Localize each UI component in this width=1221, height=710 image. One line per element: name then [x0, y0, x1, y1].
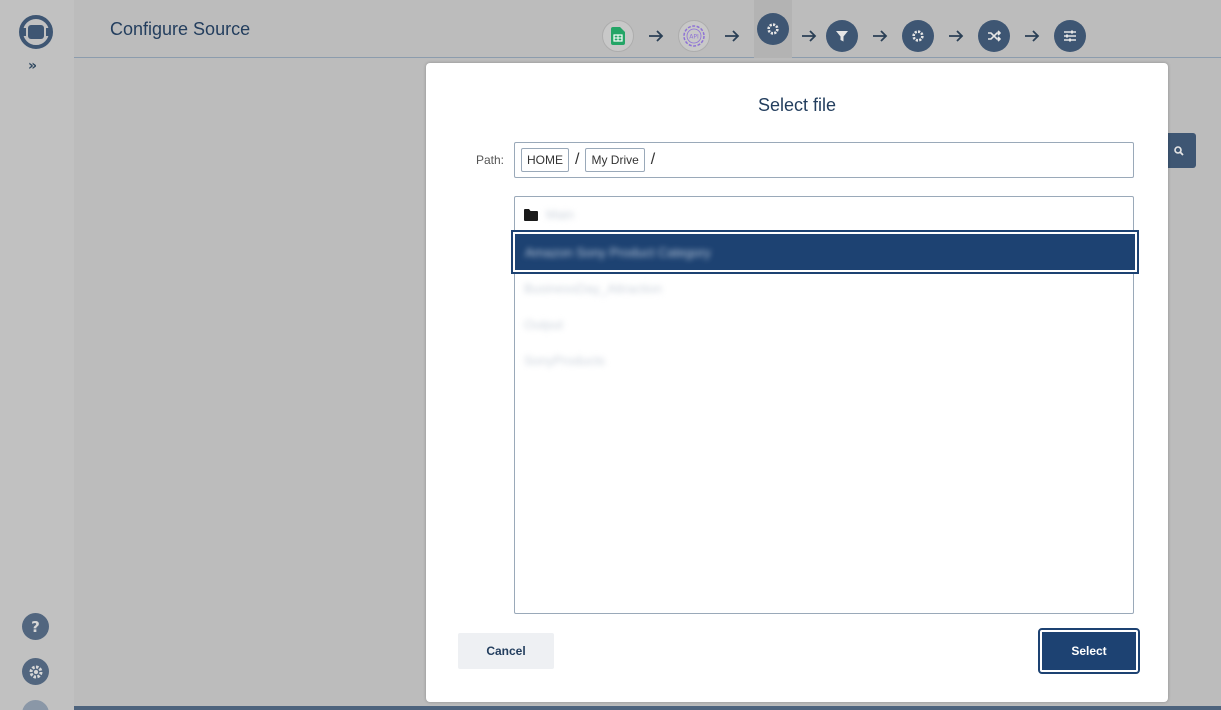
top-header: Configure Source API — [74, 0, 1221, 58]
arrow-icon — [1010, 29, 1054, 43]
search-icon — [1174, 145, 1184, 156]
step-sliders-icon[interactable] — [1054, 20, 1086, 52]
path-breadcrumb: HOME / My Drive / — [514, 142, 1134, 178]
list-item-label: Output — [524, 316, 564, 332]
active-step-highlight — [754, 0, 792, 58]
step-shuffle-icon[interactable] — [978, 20, 1010, 52]
cancel-button[interactable]: Cancel — [458, 633, 554, 669]
breadcrumb-separator: / — [575, 151, 580, 168]
help-icon[interactable]: ? — [22, 613, 49, 640]
breadcrumb-home[interactable]: HOME — [521, 148, 569, 172]
arrow-icon — [634, 29, 678, 43]
list-item[interactable]: BusinessDay_Attraction — [515, 270, 1133, 306]
list-item-label: Amazon Sony Product Category — [525, 244, 711, 260]
page-title: Configure Source — [110, 19, 251, 39]
arrow-icon — [710, 29, 754, 43]
arrow-icon — [934, 29, 978, 43]
folder-icon — [524, 208, 538, 221]
step-gear-icon[interactable] — [902, 20, 934, 52]
arrow-icon — [858, 29, 902, 43]
list-item-label: BusinessDay_Attraction — [524, 280, 663, 296]
user-avatar-icon[interactable] — [22, 700, 49, 710]
list-item-label: Main — [546, 207, 575, 222]
list-item-selected[interactable]: Amazon Sony Product Category — [511, 230, 1139, 274]
list-item[interactable]: Output — [515, 306, 1133, 342]
breadcrumb-my-drive[interactable]: My Drive — [585, 148, 645, 172]
bottom-divider — [74, 706, 1221, 710]
step-gear-icon[interactable] — [757, 13, 789, 45]
step-google-sheets-icon[interactable] — [602, 20, 634, 52]
app-logo-icon[interactable] — [18, 14, 54, 50]
list-item-label: SonyProducts — [524, 352, 605, 368]
breadcrumb-separator: / — [650, 151, 656, 168]
arrow-icon — [792, 29, 826, 43]
svg-text:API: API — [689, 34, 699, 41]
path-label: Path: — [476, 153, 505, 167]
dialog-title: Select file — [757, 95, 837, 115]
select-file-dialog: Select file Path: HOME / My Drive / Main… — [426, 63, 1168, 702]
left-rail: » ? — [0, 0, 74, 710]
list-item[interactable]: SonyProducts — [515, 342, 1133, 378]
select-button[interactable]: Select — [1038, 628, 1140, 674]
expand-sidebar-icon[interactable]: » — [28, 58, 37, 74]
pipeline-steps: API — [602, 0, 1086, 58]
settings-gear-icon[interactable] — [22, 658, 49, 685]
file-list: Main Amazon Sony Product Category Busine… — [511, 196, 1139, 614]
list-item-folder[interactable]: Main — [515, 197, 1133, 233]
step-filter-icon[interactable] — [826, 20, 858, 52]
step-api-gear-icon[interactable]: API — [678, 20, 710, 52]
